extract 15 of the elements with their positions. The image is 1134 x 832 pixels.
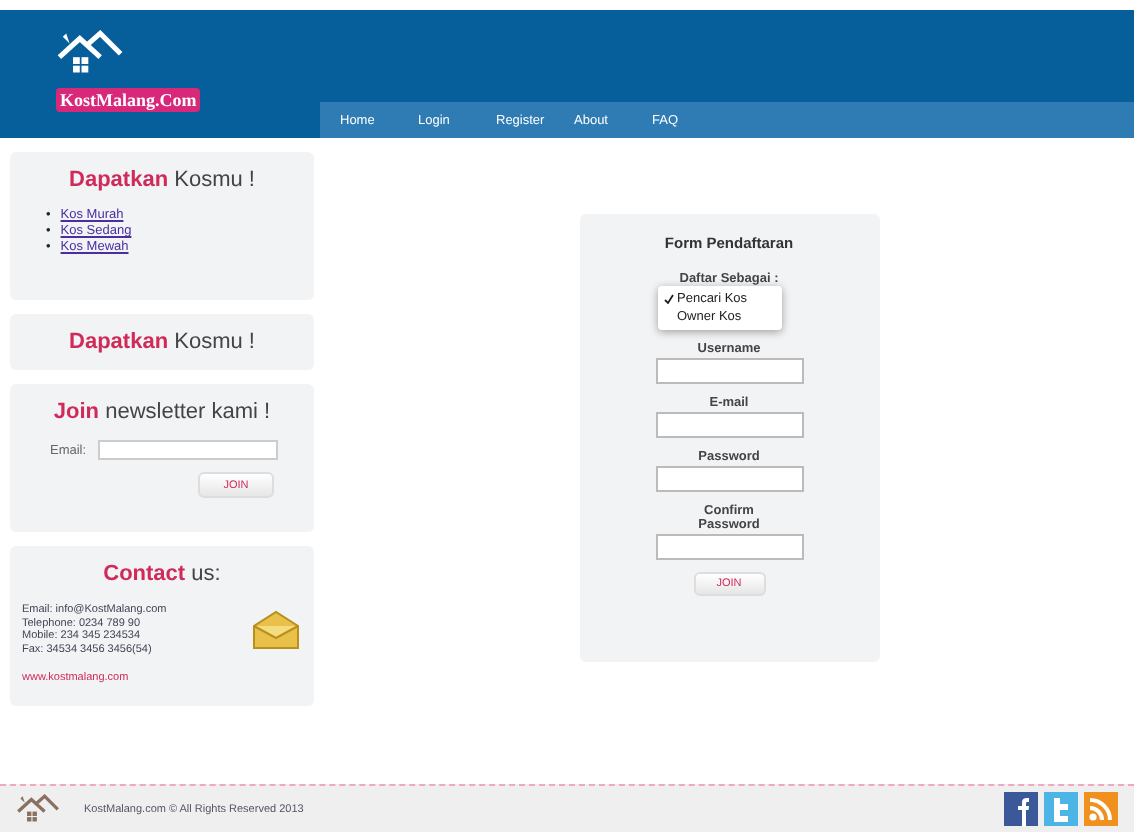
- envelope-icon: [250, 608, 302, 652]
- text-field[interactable]: [655, 534, 803, 560]
- panel-title: Contact us:: [101, 562, 223, 586]
- panel-title: Dapatkan Kosmu !: [67, 330, 257, 354]
- house-logo-icon: [56, 30, 124, 78]
- house-logo-icon: [16, 793, 60, 825]
- panel-title: Dapatkan Kosmu !: [67, 168, 257, 192]
- email-field[interactable]: [98, 440, 279, 460]
- facebook-icon[interactable]: [1004, 792, 1038, 826]
- text-field[interactable]: [655, 358, 803, 384]
- rss-icon[interactable]: [1084, 792, 1118, 826]
- text-field[interactable]: [655, 466, 803, 492]
- panel-title: Join newsletter kami !: [51, 400, 273, 424]
- logo-text: KostMalang.Com: [56, 87, 201, 112]
- text-field[interactable]: [655, 412, 803, 438]
